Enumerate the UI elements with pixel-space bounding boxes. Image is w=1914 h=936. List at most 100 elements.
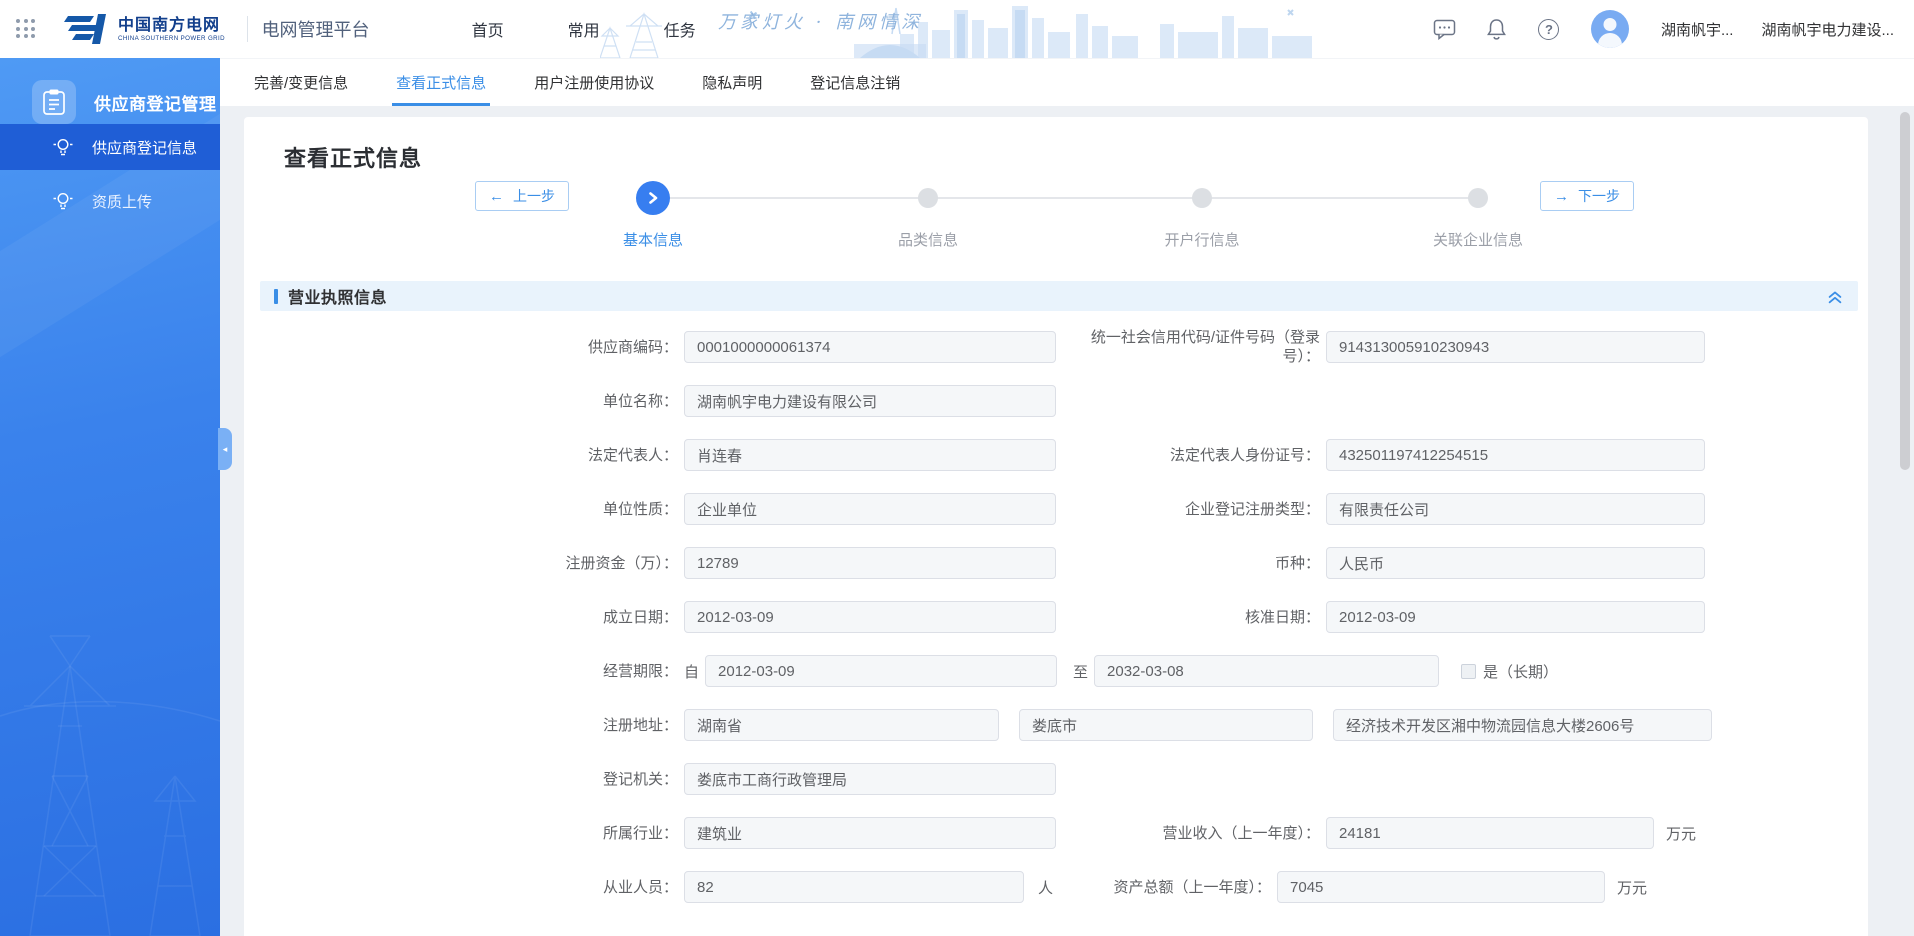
industry-input[interactable] [684, 817, 1056, 849]
reg-type-label: 企业登记注册类型： [1056, 500, 1320, 519]
stepper-connector [653, 197, 1478, 199]
sidebar: 供应商登记管理 供应商登记信息 资质上传 [0, 58, 220, 936]
tab-improve-change-info[interactable]: 完善/变更信息 [254, 59, 348, 106]
step-label-basic-info[interactable]: 基本信息 [623, 229, 683, 250]
header-divider [247, 16, 248, 42]
revenue-input[interactable] [1326, 817, 1654, 849]
step-3-circle[interactable] [1192, 188, 1212, 208]
longterm-checkbox[interactable] [1461, 664, 1476, 679]
term-from-label: 自 [684, 661, 699, 682]
reg-capital-label: 注册资金（万）： [244, 554, 678, 573]
apps-grid-icon[interactable] [16, 19, 36, 39]
notification-bell-icon[interactable] [1485, 17, 1509, 41]
user-organization[interactable]: 湖南帆宇电力建设... [1761, 19, 1894, 40]
credit-code-label: 统一社会信用代码/证件号码（登录号）： [1056, 328, 1320, 366]
employees-input[interactable] [684, 871, 1024, 903]
prev-step-label: 上一步 [513, 186, 555, 206]
employees-label: 从业人员： [244, 878, 678, 897]
header-decoration: 万家灯火 · 南网情深 [600, 0, 1320, 58]
tab-user-registration-agreement[interactable]: 用户注册使用协议 [534, 59, 654, 106]
address-city-input[interactable] [1019, 709, 1313, 741]
address-province-input[interactable] [684, 709, 999, 741]
establish-date-label: 成立日期： [244, 608, 678, 627]
legal-rep-id-label: 法定代表人身份证号： [1056, 446, 1320, 465]
collapse-left-icon: ◂ [223, 444, 228, 455]
double-chevron-up-icon [1826, 287, 1844, 305]
prev-step-button[interactable]: ← 上一步 [475, 181, 569, 211]
step-1-circle[interactable] [636, 181, 670, 215]
form-row: 供应商编码： 统一社会信用代码/证件号码（登录号）： [244, 331, 1868, 363]
sidebar-item-qualification-upload[interactable]: 资质上传 [0, 178, 220, 224]
reg-address-label: 注册地址： [244, 716, 678, 735]
org-nature-label: 单位性质： [244, 500, 678, 519]
industry-label: 所属行业： [244, 824, 678, 843]
approval-date-label: 核准日期： [1056, 608, 1320, 627]
brand-text: 中国南方电网 CHINA SOUTHERN POWER GRID [118, 17, 231, 42]
revenue-unit: 万元 [1666, 823, 1696, 844]
tab-registration-cancellation[interactable]: 登记信息注销 [810, 59, 900, 106]
section-header-business-license: 营业执照信息 [260, 281, 1858, 311]
currency-input[interactable] [1326, 547, 1705, 579]
longterm-label: 是（长期） [1483, 661, 1558, 682]
arrow-left-icon: ← [489, 189, 504, 204]
arrow-right-icon: → [1554, 189, 1569, 204]
app-root: 中国南方电网 CHINA SOUTHERN POWER GRID 电网管理平台 … [0, 0, 1914, 936]
step-label-bank-info[interactable]: 开户行信息 [1164, 229, 1239, 250]
form-row-address: 注册地址： [244, 709, 1868, 741]
supplier-code-input[interactable] [684, 331, 1056, 363]
step-label-category-info[interactable]: 品类信息 [898, 229, 958, 250]
address-detail-input[interactable] [1333, 709, 1712, 741]
sidebar-tower-watermark [0, 576, 220, 936]
supplier-code-label: 供应商编码： [244, 338, 678, 357]
total-assets-input[interactable] [1277, 871, 1605, 903]
establish-date-input[interactable] [684, 601, 1056, 633]
bulb-icon [52, 190, 74, 212]
topbar-right: ? 湖南帆宇... 湖南帆宇电力建设... [1433, 0, 1894, 58]
message-icon[interactable] [1433, 17, 1457, 41]
legal-rep-id-input[interactable] [1326, 439, 1705, 471]
top-bar: 中国南方电网 CHINA SOUTHERN POWER GRID 电网管理平台 … [0, 0, 1914, 58]
tab-bar: 完善/变更信息 查看正式信息 用户注册使用协议 隐私声明 登记信息注销 [220, 58, 1914, 106]
legal-rep-input[interactable] [684, 439, 1056, 471]
sidebar-item-label: 供应商登记信息 [92, 137, 197, 158]
help-icon[interactable]: ? [1537, 17, 1561, 41]
user-avatar[interactable] [1591, 10, 1629, 48]
section-accent-bar [274, 289, 278, 304]
term-from-input[interactable] [705, 655, 1057, 687]
term-to-label: 至 [1073, 661, 1088, 682]
credit-code-input[interactable] [1326, 331, 1705, 363]
org-nature-input[interactable] [684, 493, 1056, 525]
main-card: 查看正式信息 ← 上一步 基本信息 品类信息 开户行信息 [244, 117, 1868, 936]
company-name-input[interactable] [684, 385, 1056, 417]
step-4-circle[interactable] [1468, 188, 1488, 208]
top-nav: 首页 常用 任务 [472, 17, 696, 41]
form-row: 法定代表人： 法定代表人身份证号： [244, 439, 1868, 471]
platform-title: 电网管理平台 [262, 16, 370, 42]
sidebar-item-supplier-registration-info[interactable]: 供应商登记信息 [0, 124, 220, 170]
next-step-button[interactable]: → 下一步 [1540, 181, 1634, 211]
approval-date-input[interactable] [1326, 601, 1705, 633]
step-label-related-enterprise-info[interactable]: 关联企业信息 [1433, 229, 1523, 250]
user-name[interactable]: 湖南帆宇... [1661, 19, 1734, 40]
reg-authority-input[interactable] [684, 763, 1056, 795]
total-assets-label: 资产总额（上一年度）： [1053, 878, 1271, 897]
reg-capital-input[interactable] [684, 547, 1056, 579]
brand-name-cn: 中国南方电网 [118, 17, 231, 35]
vertical-scrollbar-thumb[interactable] [1900, 112, 1910, 470]
tab-view-formal-info[interactable]: 查看正式信息 [396, 59, 486, 106]
csg-logo-icon [64, 12, 110, 46]
nav-home[interactable]: 首页 [472, 17, 504, 41]
sidebar-module-title: 供应商登记管理 [94, 90, 217, 115]
nav-tasks[interactable]: 任务 [664, 17, 696, 41]
nav-common[interactable]: 常用 [568, 17, 600, 41]
term-to-input[interactable] [1094, 655, 1439, 687]
collapse-section-button[interactable] [1826, 287, 1844, 305]
sidebar-item-label: 资质上传 [92, 191, 152, 212]
tab-privacy-statement[interactable]: 隐私声明 [702, 59, 762, 106]
stepper: ← 上一步 基本信息 品类信息 开户行信息 关联企业信息 → [244, 177, 1868, 265]
sidebar-collapse-handle[interactable]: ◂ [218, 428, 232, 470]
step-2-circle[interactable] [918, 188, 938, 208]
content-area: 查看正式信息 ← 上一步 基本信息 品类信息 开户行信息 [220, 106, 1914, 936]
sidebar-module-header[interactable]: 供应商登记管理 [0, 58, 220, 124]
reg-type-input[interactable] [1326, 493, 1705, 525]
